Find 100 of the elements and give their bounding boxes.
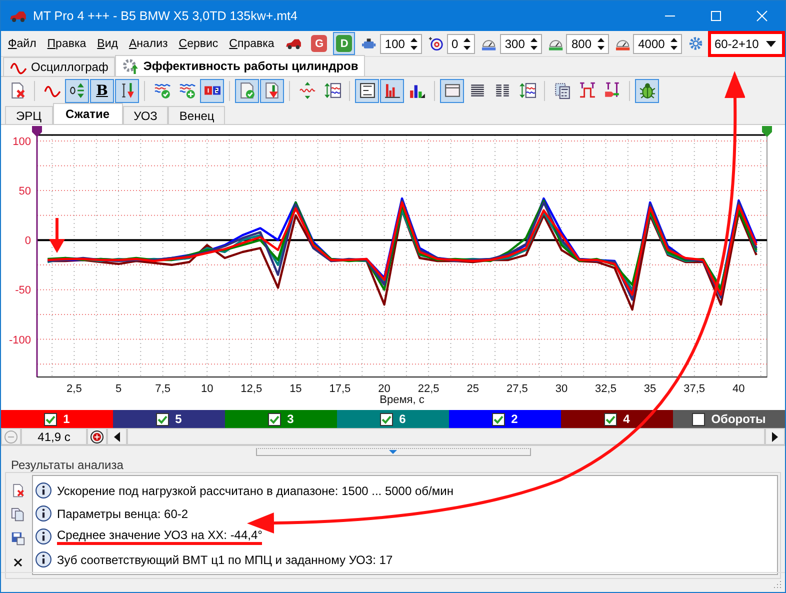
scroll-right-button[interactable] <box>765 428 785 445</box>
copy-icon <box>11 506 25 523</box>
document-delete-icon <box>11 482 25 499</box>
axis-tick-label: -50 <box>15 284 31 297</box>
tab-label: Эффективность работы цилиндров <box>143 59 358 73</box>
save-icon <box>11 530 25 547</box>
waves-arrows-icon <box>324 82 340 99</box>
zoom-in-button[interactable] <box>87 428 107 445</box>
axis-tick-label: 2,5 <box>66 383 82 395</box>
cursor-marker-icon[interactable] <box>32 126 42 137</box>
document-delete-icon <box>8 82 26 99</box>
axis-tick-label: 35 <box>644 383 656 395</box>
checkbox[interactable] <box>268 412 282 426</box>
calculator-icon <box>554 82 570 99</box>
axis-tick-label: 37,5 <box>684 383 706 395</box>
arrow-left-icon <box>114 432 120 442</box>
cursor-marker-icon[interactable] <box>762 126 772 137</box>
caret-icon <box>388 449 398 455</box>
menu-item[interactable]: Сервис <box>176 38 222 50</box>
minus-icon <box>4 430 18 444</box>
toolbar-button[interactable] <box>635 78 659 102</box>
spin-arrows-icon[interactable] <box>463 36 472 50</box>
channel-label: Обороты <box>711 412 766 426</box>
info-icon <box>35 482 52 499</box>
channel-legend-item[interactable]: 3 <box>225 410 337 428</box>
scroll-left-button[interactable] <box>107 428 127 445</box>
tab[interactable]: Венец <box>168 106 226 124</box>
result-message: Зуб соответствующий ВМТ ц1 по МПЦ и заданному УОЗ: 17 <box>57 552 393 566</box>
axis-tick-label: 10 <box>200 383 214 395</box>
axis-tick-label: 50 <box>18 186 31 198</box>
resize-grip-icon[interactable] <box>772 579 782 589</box>
splitter-handle[interactable] <box>256 448 530 456</box>
checkbox[interactable] <box>604 412 618 426</box>
menu-item[interactable]: Правка <box>44 38 90 50</box>
axis-title: Время, с <box>380 394 424 406</box>
lines-icon <box>468 82 486 99</box>
toolbar-button[interactable] <box>115 78 139 102</box>
spin-arrows-icon[interactable] <box>670 36 678 50</box>
bold-button[interactable]: B <box>90 78 114 102</box>
toolbar-button[interactable] <box>440 78 464 102</box>
plus-icon <box>90 430 104 444</box>
close-icon <box>756 10 768 22</box>
menu-item[interactable]: Анализ <box>126 38 171 50</box>
tab[interactable]: ЭРЦ <box>5 106 53 124</box>
dropdown[interactable]: 60-2+10 <box>708 30 785 56</box>
checkbox[interactable] <box>156 412 170 426</box>
checkbox[interactable] <box>492 412 506 426</box>
axis-tick-label: 27,5 <box>506 383 528 395</box>
tab[interactable]: Осциллограф <box>3 57 116 76</box>
columns-icon <box>494 82 510 99</box>
spin-field[interactable]: 4000 <box>633 34 682 54</box>
spin-field[interactable]: 0 <box>446 34 476 54</box>
axis-tick-label: 15 <box>290 383 302 395</box>
axis-tick-label: 17,5 <box>329 383 351 395</box>
checkbox[interactable] <box>44 412 58 426</box>
channel-legend-item[interactable]: 6 <box>337 410 449 428</box>
arrows-vertical-icon <box>68 82 86 99</box>
spin-field[interactable]: 800 <box>566 34 609 54</box>
info-icon <box>35 551 52 568</box>
document-arrow-icon <box>264 82 280 99</box>
channel-legend-item[interactable]: Обороты <box>673 410 785 428</box>
channel-legend-item[interactable]: 4 <box>561 410 673 428</box>
wheel-icon <box>428 35 444 52</box>
spin-arrows-icon[interactable] <box>596 36 605 50</box>
channel-label: 4 <box>623 412 630 426</box>
checkbox[interactable] <box>380 412 394 426</box>
channel-label: 3 <box>287 412 294 426</box>
result-message: Ускорение под нагрузкой рассчитано в диапазоне: 1500 ... 5000 об/мин <box>57 484 454 498</box>
waves-check-icon <box>154 82 170 99</box>
toolbar-button[interactable] <box>200 78 224 102</box>
axis-tick-label: 25 <box>466 383 479 395</box>
gear-icon <box>688 35 704 52</box>
spin-arrows-icon[interactable] <box>530 36 538 50</box>
tab[interactable]: Эффективность работы цилиндров <box>115 55 366 76</box>
channel-legend-item[interactable]: 2 <box>449 410 561 428</box>
time-window-value: 41,9 с <box>21 428 87 445</box>
toolbar-button[interactable] <box>65 78 89 102</box>
channel-legend-item[interactable]: 5 <box>113 410 225 428</box>
axis-tick-label: 100 <box>12 136 31 148</box>
pulse-icon <box>578 82 596 99</box>
menu-item[interactable]: Файл <box>5 38 40 50</box>
spin-field[interactable]: 300 <box>500 34 542 54</box>
bug-icon <box>638 82 656 99</box>
spin-arrows-icon[interactable] <box>410 36 418 50</box>
spin-field[interactable]: 100 <box>380 34 422 54</box>
checkbox[interactable] <box>692 412 706 426</box>
wave-arrows-icon <box>298 82 316 99</box>
menu-item[interactable]: Вид <box>94 38 121 50</box>
document-check-icon <box>238 82 256 99</box>
menu-item[interactable]: Справка <box>226 38 278 50</box>
tab[interactable]: Сжатие <box>52 103 123 124</box>
channel-legend-item[interactable]: 1 <box>1 410 113 428</box>
axis-tick-label: 32,5 <box>595 383 616 395</box>
tab[interactable]: УОЗ <box>122 106 168 124</box>
axis-tick-label: 0 <box>24 235 31 248</box>
toolbar-button[interactable] <box>380 78 404 102</box>
channel-label: 1 <box>63 412 70 426</box>
waves-add-icon <box>178 82 196 99</box>
toolbar-button[interactable] <box>355 78 379 102</box>
annotation-arrow <box>49 218 65 253</box>
